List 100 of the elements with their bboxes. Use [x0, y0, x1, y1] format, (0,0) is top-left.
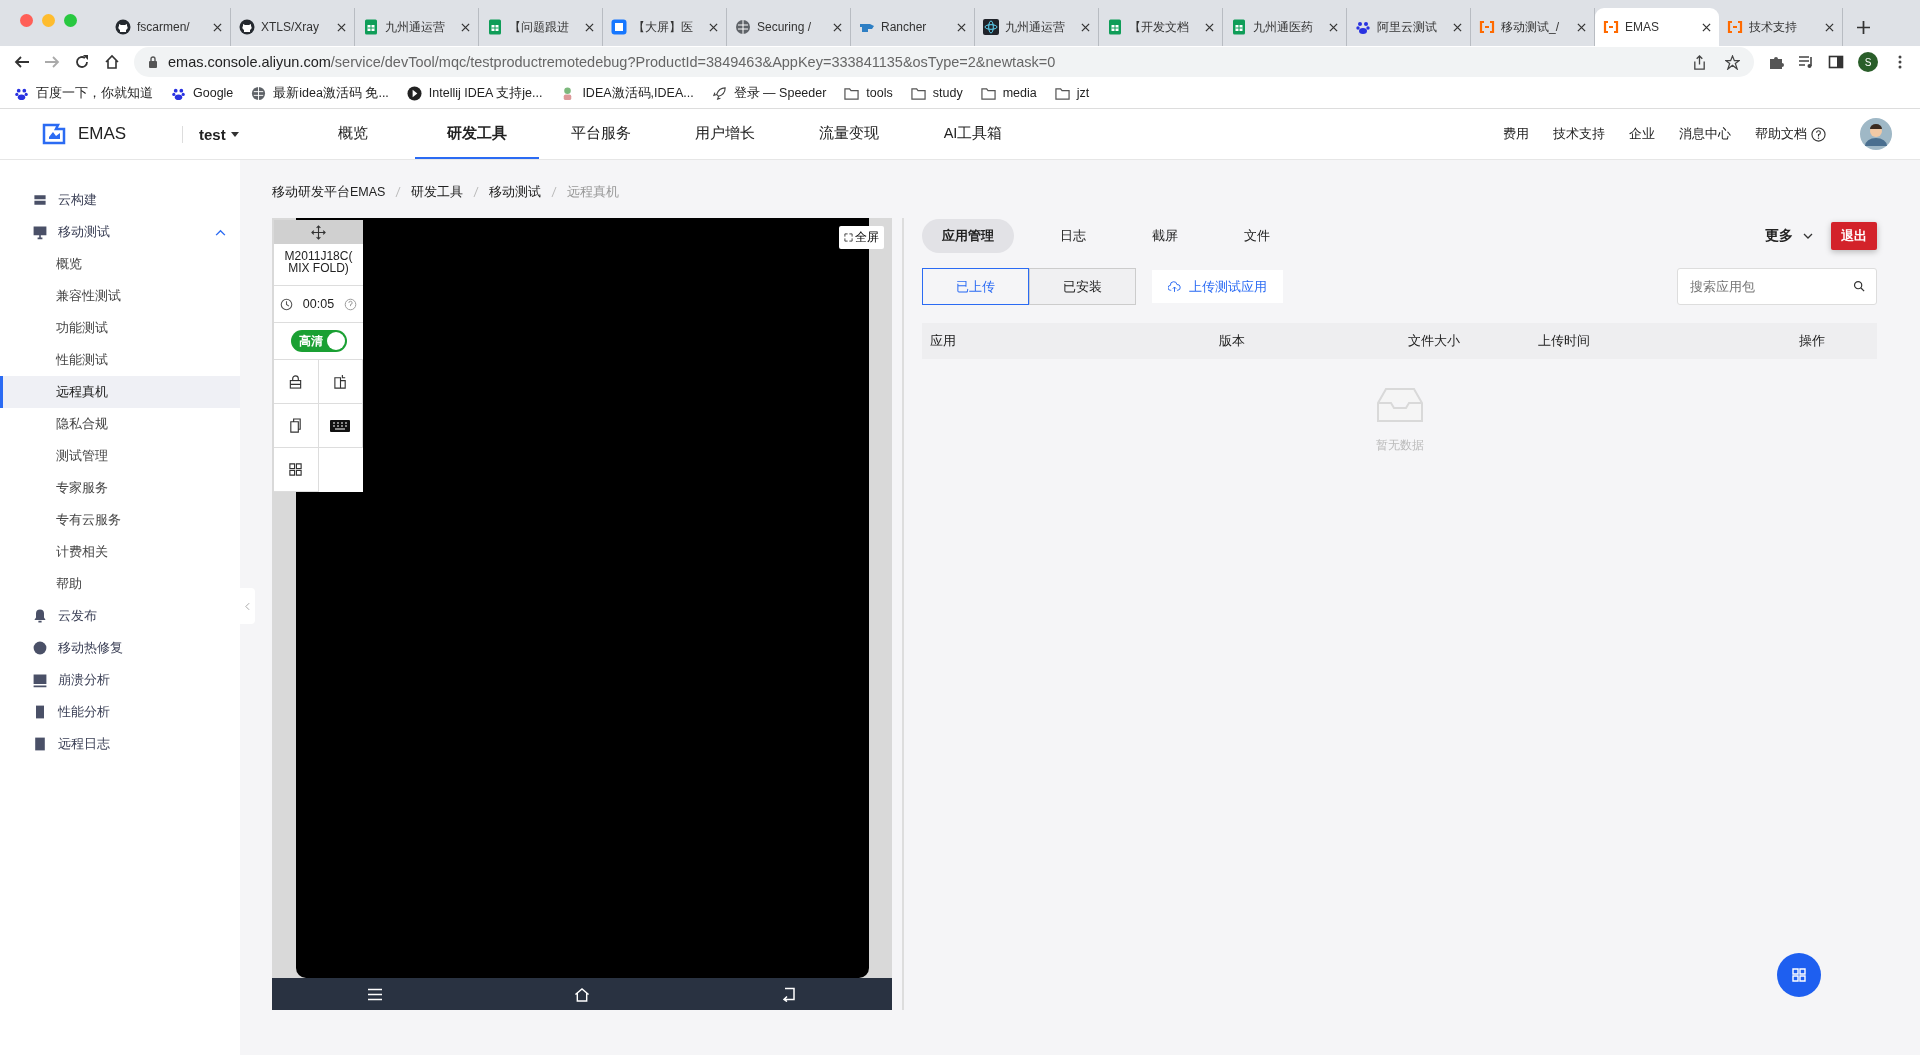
close-icon[interactable] — [709, 22, 718, 32]
sidebar-item[interactable]: 移动测试 — [0, 216, 240, 248]
fullscreen-button[interactable]: 全屏 — [839, 226, 884, 249]
floating-action-button[interactable] — [1777, 953, 1821, 997]
close-icon[interactable] — [1702, 22, 1711, 32]
sidebar-item[interactable]: 远程日志 — [0, 728, 240, 760]
share-icon[interactable] — [1692, 54, 1707, 70]
url-text: emas.console.aliyun.com/service/devTool/mqc/testproductremotedebug?ProductId=3849463&AppKey=333841135&osType=2&newtask=0 — [168, 54, 1057, 70]
rotate-device-icon[interactable] — [332, 374, 348, 389]
sidebar-item[interactable]: 云发布 — [0, 600, 240, 632]
bookmark[interactable]: tools — [844, 85, 893, 101]
move-icon[interactable] — [311, 224, 326, 240]
sidebar-item[interactable]: 性能分析 — [0, 696, 240, 728]
sidebar-item[interactable]: 崩溃分析 — [0, 664, 240, 696]
close-icon[interactable] — [1453, 22, 1462, 32]
bookmark[interactable]: 最新idea激活码 免... — [251, 84, 389, 102]
profile-avatar[interactable]: S — [1858, 52, 1878, 72]
bookmark[interactable]: study — [910, 85, 963, 101]
close-icon[interactable] — [337, 22, 346, 32]
side-panel-icon[interactable] — [1828, 54, 1844, 70]
back-icon[interactable] — [780, 986, 797, 1002]
project-dropdown[interactable]: test — [182, 125, 279, 143]
back-arrow-icon[interactable] — [14, 54, 30, 70]
sidebar-subitem[interactable]: 专有云服务 — [0, 504, 240, 536]
sidebar-subitem[interactable]: 性能测试 — [0, 344, 240, 376]
browser-tab[interactable]: EMAS — [1595, 8, 1719, 46]
reload-icon[interactable] — [74, 54, 90, 70]
sidebar-subitem[interactable]: 概览 — [0, 248, 240, 280]
header-link[interactable]: 消息中心 — [1679, 125, 1731, 143]
tab-title: Rancher — [881, 20, 928, 34]
close-icon[interactable] — [1081, 22, 1090, 32]
close-icon[interactable] — [585, 22, 594, 32]
home-icon[interactable] — [104, 54, 120, 70]
copy-icon[interactable] — [288, 418, 304, 433]
user-avatar[interactable] — [1860, 118, 1892, 150]
nav-tab[interactable]: 研发工具 — [415, 109, 539, 159]
grid-icon[interactable] — [288, 462, 304, 477]
breadcrumb-item[interactable]: 移动测试 — [489, 183, 542, 201]
more-dropdown[interactable]: 更多 — [1765, 227, 1813, 245]
plus-icon[interactable] — [1857, 21, 1870, 34]
nav-tab[interactable]: 概览 — [291, 109, 415, 159]
panel-tab[interactable]: 文件 — [1224, 219, 1290, 253]
bookmark[interactable]: IDEA激活码,IDEA... — [560, 84, 694, 102]
bookmark[interactable]: jzt — [1054, 85, 1090, 101]
close-icon[interactable] — [957, 22, 966, 32]
star-icon[interactable] — [1725, 54, 1740, 70]
header-link[interactable]: 帮助文档 — [1755, 125, 1826, 143]
exit-button[interactable]: 退出 — [1831, 222, 1877, 250]
clock-icon — [280, 297, 293, 311]
bookmark[interactable]: Intellij IDEA 支持je... — [406, 84, 543, 102]
panel-tab[interactable]: 日志 — [1040, 219, 1106, 253]
menu-icon[interactable] — [367, 986, 384, 1002]
address-bar[interactable]: emas.console.aliyun.com/service/devTool/mqc/testproductremotedebug?ProductId=3849463&AppKey=333841135&osType=2&newtask=0 — [134, 47, 1754, 77]
search-field[interactable]: 搜索应用包 — [1677, 268, 1877, 305]
puzzle-icon[interactable] — [1768, 54, 1784, 70]
nav-tab[interactable]: 用户增长 — [663, 109, 787, 159]
lock-icon[interactable] — [288, 374, 304, 389]
segment-button[interactable]: 已安装 — [1029, 268, 1136, 305]
close-icon[interactable] — [1577, 22, 1586, 32]
sidebar-item[interactable]: 云构建 — [0, 184, 240, 216]
tab-title: 九州通医药 — [1253, 18, 1314, 36]
sidebar-subitem[interactable]: 兼容性测试 — [0, 280, 240, 312]
close-icon[interactable] — [833, 22, 842, 32]
sidebar-subitem[interactable]: 专家服务 — [0, 472, 240, 504]
paw-icon — [1355, 19, 1371, 35]
bookmark-label: jzt — [1076, 86, 1090, 100]
segment-button[interactable]: 已上传 — [922, 268, 1029, 305]
nav-tab[interactable]: AI工具箱 — [911, 109, 1035, 159]
bookmark[interactable]: 登录 — Speeder — [711, 84, 827, 102]
upload-button[interactable]: 上传测试应用 — [1152, 270, 1283, 303]
nav-tab[interactable]: 平台服务 — [539, 109, 663, 159]
keyboard-icon[interactable] — [330, 419, 351, 432]
close-icon[interactable] — [1329, 22, 1338, 32]
bookmark-label: 登录 — Speeder — [733, 84, 827, 102]
header-link[interactable]: 企业 — [1629, 125, 1655, 143]
close-icon[interactable] — [1825, 22, 1834, 32]
bookmark[interactable]: Google — [171, 85, 234, 101]
panel-tab[interactable]: 应用管理 — [922, 219, 1014, 253]
bookmark[interactable]: 百度一下，你就知道 — [14, 84, 153, 102]
close-icon[interactable] — [1205, 22, 1214, 32]
bookmark[interactable]: media — [980, 85, 1037, 101]
media-list-icon[interactable] — [1798, 54, 1814, 70]
bookmark-label: IDEA激活码,IDEA... — [582, 84, 694, 102]
sidebar-subitem[interactable]: 隐私合规 — [0, 408, 240, 440]
sheet-icon — [1107, 19, 1123, 35]
sidebar-subitem[interactable]: 功能测试 — [0, 312, 240, 344]
breadcrumb-item[interactable]: 移动研发平台EMAS — [272, 183, 386, 201]
close-icon[interactable] — [213, 22, 222, 32]
tab-title: EMAS — [1625, 20, 1660, 34]
close-icon[interactable] — [461, 22, 470, 32]
header-link[interactable]: 费用 — [1503, 125, 1529, 143]
sidebar-subitem[interactable]: 计费相关 — [0, 536, 240, 568]
panel-tab[interactable]: 截屏 — [1132, 219, 1198, 253]
breadcrumb-item[interactable]: 研发工具 — [411, 183, 464, 201]
sidebar-subitem[interactable]: 帮助 — [0, 568, 240, 600]
nav-tab[interactable]: 流量变现 — [787, 109, 911, 159]
sidebar-subitem[interactable]: 远程真机 — [0, 376, 240, 408]
header-link[interactable]: 技术支持 — [1553, 125, 1605, 143]
sidebar-item[interactable]: 移动热修复 — [0, 632, 240, 664]
sidebar-subitem[interactable]: 测试管理 — [0, 440, 240, 472]
